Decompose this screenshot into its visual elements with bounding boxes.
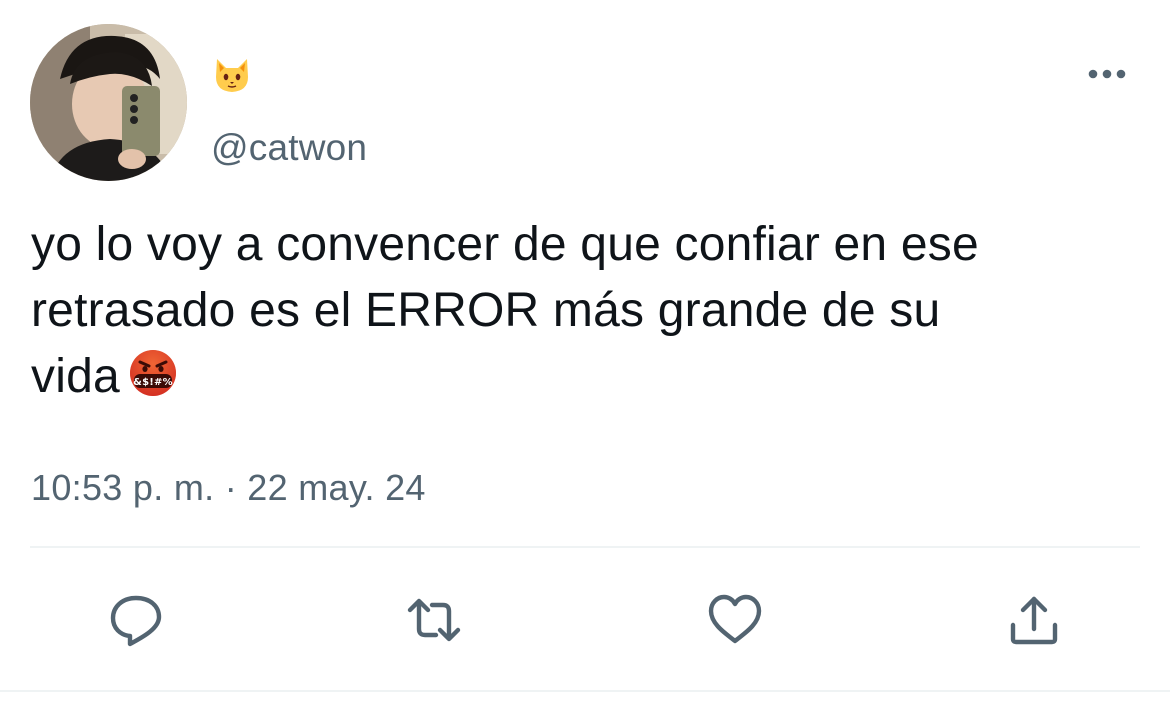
more-options-button[interactable]: [1083, 58, 1131, 90]
divider: [30, 546, 1140, 548]
tweet-text: yo lo voy a convencer de que confiar en …: [31, 212, 1156, 410]
display-name-cat-face-icon: [212, 55, 252, 95]
retweet-icon: [407, 598, 461, 642]
reply-button[interactable]: [104, 588, 168, 652]
tweet-text-line: yo lo voy a convencer de que confiar en …: [31, 218, 979, 271]
tweet-text-line: vida: [31, 350, 120, 403]
like-button[interactable]: [703, 588, 767, 652]
face-with-symbols-on-mouth-icon: &$!#%: [128, 348, 178, 398]
avatar[interactable]: [30, 24, 187, 181]
retweet-button[interactable]: [402, 588, 466, 652]
tweet-text-line-last: vida &$!#%: [31, 344, 1156, 410]
share-button[interactable]: [1002, 588, 1066, 652]
reply-icon: [110, 595, 162, 647]
tweet-timestamp[interactable]: 10:53 p. m. · 22 may. 24: [31, 467, 426, 509]
bottom-divider: [0, 690, 1170, 692]
heart-icon: [708, 594, 762, 644]
user-handle[interactable]: @catwon: [211, 127, 367, 169]
share-icon: [1010, 596, 1058, 645]
action-bar: [0, 588, 1170, 652]
more-options-icon: [1088, 69, 1126, 79]
tweet: @catwon yo lo voy a convencer de que con…: [0, 0, 1170, 711]
svg-text:&$!#%: &$!#%: [133, 377, 173, 388]
tweet-text-line: retrasado es el ERROR más grande de su: [31, 284, 941, 337]
